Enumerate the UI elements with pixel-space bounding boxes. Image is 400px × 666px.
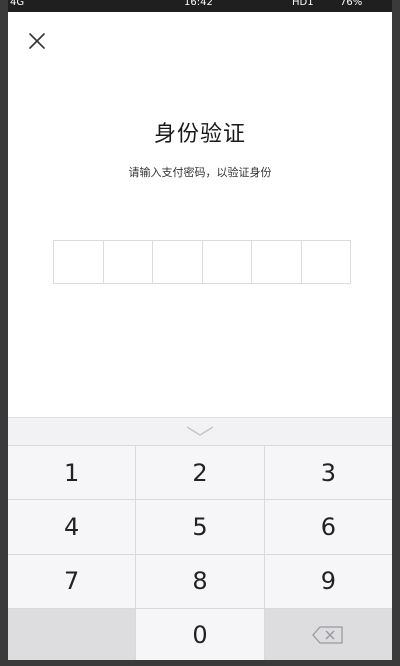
password-input[interactable] — [53, 240, 351, 284]
close-icon — [29, 33, 45, 49]
key-6[interactable]: 6 — [264, 500, 392, 554]
blank-key — [8, 608, 136, 662]
identity-verification-screen: 身份验证 请输入支付密码，以验证身份 1 2 3 4 5 6 7 8 9 0 — [8, 12, 392, 662]
pin-digit-box[interactable] — [252, 241, 302, 283]
pin-digit-box[interactable] — [203, 241, 252, 283]
key-0[interactable]: 0 — [136, 608, 264, 662]
key-5[interactable]: 5 — [136, 500, 264, 554]
network-indicator: 4G — [10, 0, 25, 8]
key-7[interactable]: 7 — [8, 554, 136, 608]
keyboard-collapse-button[interactable] — [8, 418, 392, 444]
close-button[interactable] — [26, 30, 48, 52]
key-1[interactable]: 1 — [8, 446, 136, 500]
battery-level: 76% — [340, 0, 363, 8]
chevron-down-icon — [186, 426, 214, 436]
key-9[interactable]: 9 — [264, 554, 392, 608]
hd-indicator: HD1 — [292, 0, 314, 8]
key-2[interactable]: 2 — [136, 446, 264, 500]
key-4[interactable]: 4 — [8, 500, 136, 554]
pin-digit-box[interactable] — [54, 241, 104, 283]
status-bar: 4G 16:42 HD1 76% — [0, 0, 400, 12]
backspace-key[interactable] — [264, 608, 392, 662]
page-subtitle: 请输入支付密码，以验证身份 — [128, 166, 272, 179]
pin-digit-box[interactable] — [104, 241, 153, 283]
key-grid: 1 2 3 4 5 6 7 8 9 0 — [8, 445, 392, 662]
page-title: 身份验证 — [153, 122, 246, 147]
pin-digit-box[interactable] — [153, 241, 203, 283]
backspace-icon — [312, 626, 343, 645]
numeric-keyboard: 1 2 3 4 5 6 7 8 9 0 — [8, 417, 392, 662]
key-3[interactable]: 3 — [264, 446, 392, 500]
pin-digit-box[interactable] — [302, 241, 351, 283]
clock: 16:42 — [184, 0, 213, 8]
key-8[interactable]: 8 — [136, 554, 264, 608]
